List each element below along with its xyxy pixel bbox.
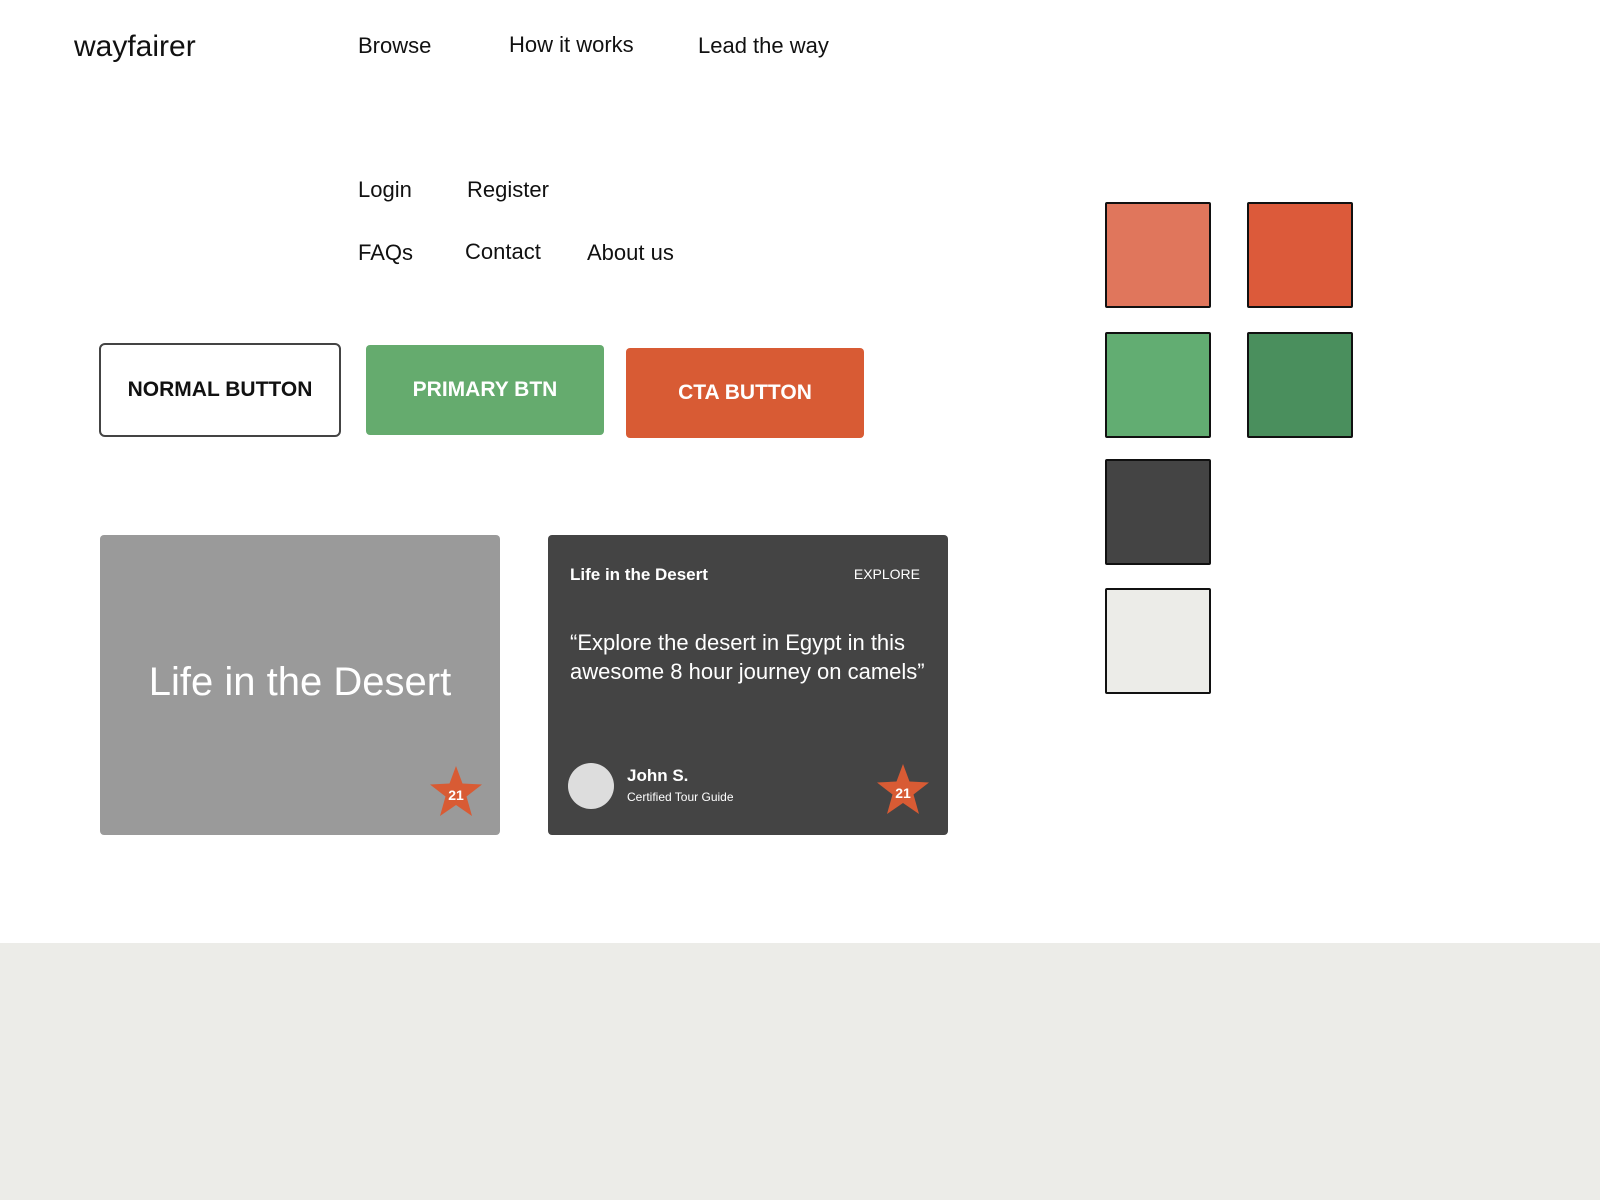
nav-browse[interactable]: Browse: [358, 33, 431, 59]
register-link[interactable]: Register: [467, 177, 549, 203]
nav-lead-the-way[interactable]: Lead the way: [698, 33, 829, 59]
card-title: Life in the Desert: [148, 660, 452, 704]
swatch-green-dark: [1247, 332, 1353, 438]
primary-button[interactable]: PRIMARY BTN: [366, 345, 604, 435]
trip-card-detail[interactable]: Life in the Desert EXPLORE “Explore the …: [548, 535, 948, 835]
about-us-link[interactable]: About us: [587, 240, 674, 266]
trip-card-simple[interactable]: Life in the Desert 21: [100, 535, 500, 835]
card-quote: “Explore the desert in Egypt in this awe…: [570, 630, 925, 684]
explore-link[interactable]: EXPLORE: [854, 566, 920, 582]
avatar: [568, 763, 614, 809]
star-count: 21: [448, 787, 464, 803]
card-title: Life in the Desert: [570, 565, 708, 584]
swatch-coral: [1247, 202, 1353, 308]
star-badge: 21: [876, 764, 930, 816]
author-name: John S.: [627, 766, 689, 785]
nav-how-it-works[interactable]: How it works: [509, 32, 634, 58]
logo[interactable]: wayfairer: [74, 30, 196, 64]
swatch-green-light: [1105, 332, 1211, 438]
login-link[interactable]: Login: [358, 177, 412, 203]
cta-button[interactable]: CTA BUTTON: [626, 348, 864, 438]
footer-band: [0, 943, 1600, 1200]
swatch-coral-light: [1105, 202, 1211, 308]
star-badge: 21: [429, 766, 483, 818]
author-role: Certified Tour Guide: [627, 790, 734, 804]
faqs-link[interactable]: FAQs: [358, 240, 413, 266]
star-count: 21: [895, 785, 911, 801]
contact-link[interactable]: Contact: [465, 239, 541, 265]
normal-button[interactable]: NORMAL BUTTON: [99, 343, 341, 437]
swatch-off-white: [1105, 588, 1211, 694]
swatch-charcoal: [1105, 459, 1211, 565]
